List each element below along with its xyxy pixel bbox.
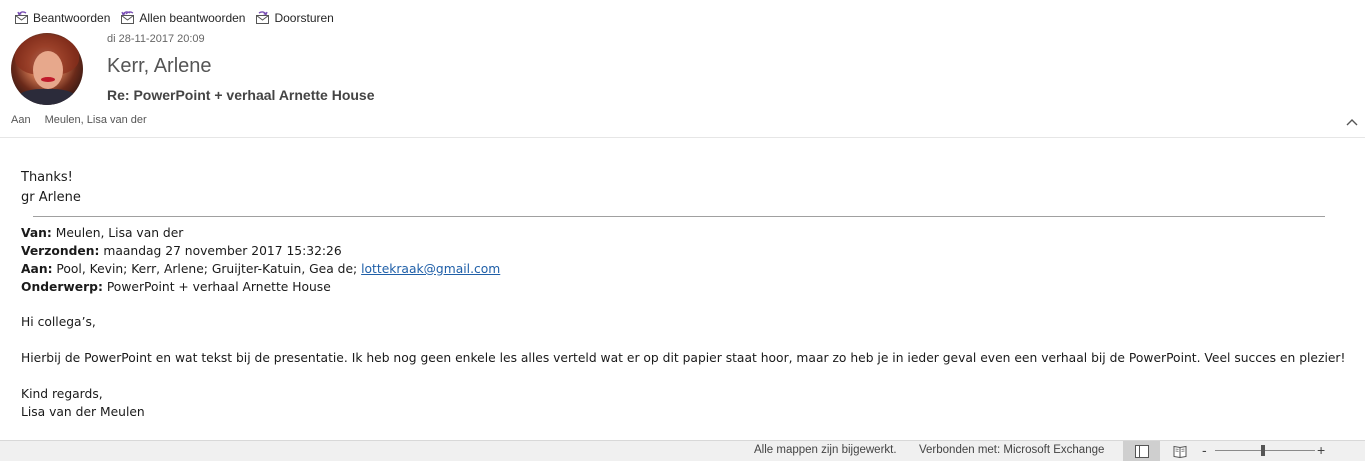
quoted-sent: Verzonden: maandag 27 november 2017 15:3… — [21, 244, 342, 258]
reply-text-line2: gr Arlene — [21, 190, 81, 205]
reply-button[interactable]: Beantwoorden — [14, 10, 110, 26]
message-date: di 28-11-2017 20:09 — [107, 33, 205, 45]
zoom-out-button[interactable]: - — [1202, 442, 1207, 458]
reply-envelope-icon — [15, 11, 28, 24]
message-body: Thanks! gr Arlene Van: Meulen, Lisa van … — [21, 168, 1345, 419]
reading-view-icon — [1173, 445, 1187, 458]
normal-view-icon — [1134, 444, 1149, 458]
avatar-face — [33, 51, 63, 89]
quoted-subject: Onderwerp: PowerPoint + verhaal Arnette … — [21, 280, 331, 294]
reply-all-button[interactable]: Allen beantwoorden — [120, 10, 245, 26]
message-paragraph: Hierbij de PowerPoint en wat tekst bij d… — [21, 351, 1346, 365]
reply-all-label: Allen beantwoorden — [139, 11, 246, 25]
reply-label: Beantwoorden — [33, 11, 111, 25]
header-divider — [0, 137, 1365, 138]
zoom-slider-thumb[interactable] — [1261, 445, 1265, 456]
closing: Kind regards, — [21, 387, 103, 401]
sender-avatar[interactable] — [11, 33, 83, 105]
normal-view-button[interactable] — [1123, 441, 1160, 461]
forward-envelope-icon — [256, 11, 270, 24]
quoted-from: Van: Meulen, Lisa van der — [21, 226, 184, 240]
salutation: Hi collega’s, — [21, 315, 96, 329]
avatar-shirt — [17, 89, 77, 105]
forward-label: Doorsturen — [274, 11, 334, 25]
forward-button[interactable]: Doorsturen — [255, 10, 334, 26]
zoom-in-button[interactable]: + — [1317, 442, 1325, 458]
signature: Lisa van der Meulen — [21, 405, 145, 419]
to-recipient[interactable]: Meulen, Lisa van der — [45, 114, 147, 126]
avatar-lips — [41, 77, 55, 82]
reply-text-line1: Thanks! — [21, 170, 73, 185]
quoted-to: Aan: Pool, Kevin; Kerr, Arlene; Gruijter… — [21, 262, 501, 276]
quoted-header: Van: Meulen, Lisa van der Verzonden: maa… — [21, 224, 500, 296]
reply-all-envelope-icon — [121, 11, 135, 24]
status-bar: Alle mappen zijn bijgewerkt. Verbonden m… — [0, 440, 1365, 461]
message-toolbar: Beantwoorden Allen beantwoorden Doorstur… — [14, 8, 334, 28]
quote-divider — [33, 216, 1325, 217]
email-link[interactable]: lottekraak@gmail.com — [361, 262, 500, 276]
connection-status: Verbonden met: Microsoft Exchange — [919, 444, 1105, 456]
sync-status: Alle mappen zijn bijgewerkt. — [754, 444, 897, 456]
reading-view-button[interactable] — [1169, 441, 1191, 461]
chevron-up-icon[interactable] — [1345, 116, 1359, 130]
sender-name[interactable]: Kerr, Arlene — [107, 55, 212, 78]
message-subject: Re: PowerPoint + verhaal Arnette House — [107, 87, 375, 103]
recipients-row: Aan Meulen, Lisa van der — [11, 114, 147, 126]
zoom-slider[interactable] — [1215, 450, 1315, 451]
to-label: Aan — [11, 114, 31, 126]
